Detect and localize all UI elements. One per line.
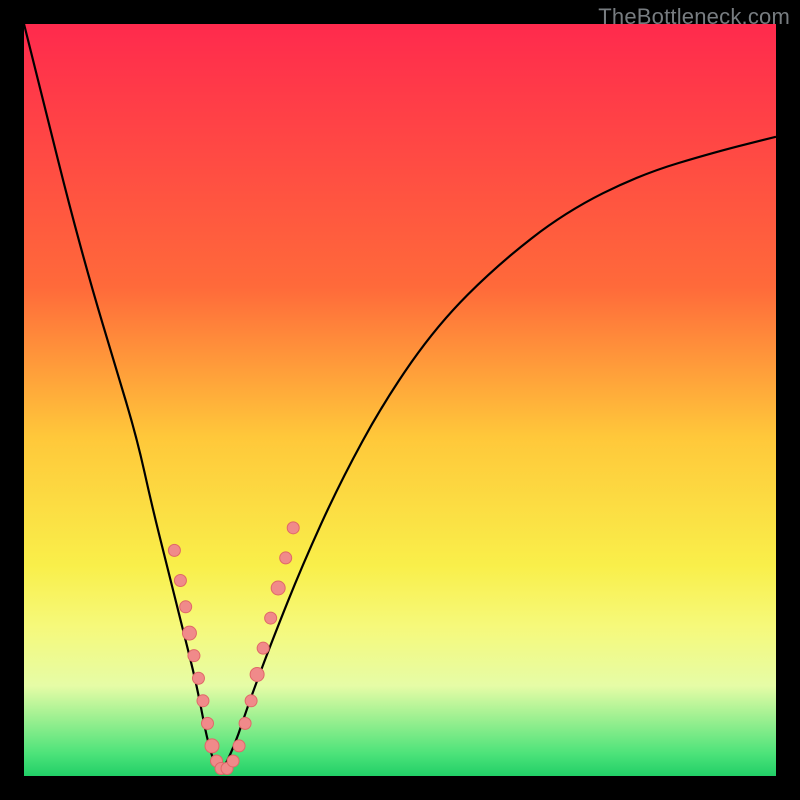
marker-point (233, 740, 245, 752)
marker-point (250, 667, 264, 681)
marker-point (201, 717, 213, 729)
marker-point (205, 739, 219, 753)
marker-point (192, 672, 204, 684)
marker-point (180, 601, 192, 613)
marker-point (188, 650, 200, 662)
marker-point (227, 755, 239, 767)
marker-point (197, 695, 209, 707)
marker-point (287, 522, 299, 534)
marker-point (265, 612, 277, 624)
chart-frame: TheBottleneck.com (0, 0, 800, 800)
marker-point (239, 717, 251, 729)
marker-point (182, 626, 196, 640)
marker-point (245, 695, 257, 707)
marker-point (280, 552, 292, 564)
chart-svg (24, 24, 776, 776)
gradient-background (24, 24, 776, 776)
marker-point (174, 574, 186, 586)
marker-point (257, 642, 269, 654)
marker-point (271, 581, 285, 595)
plot-area (24, 24, 776, 776)
marker-point (168, 544, 180, 556)
